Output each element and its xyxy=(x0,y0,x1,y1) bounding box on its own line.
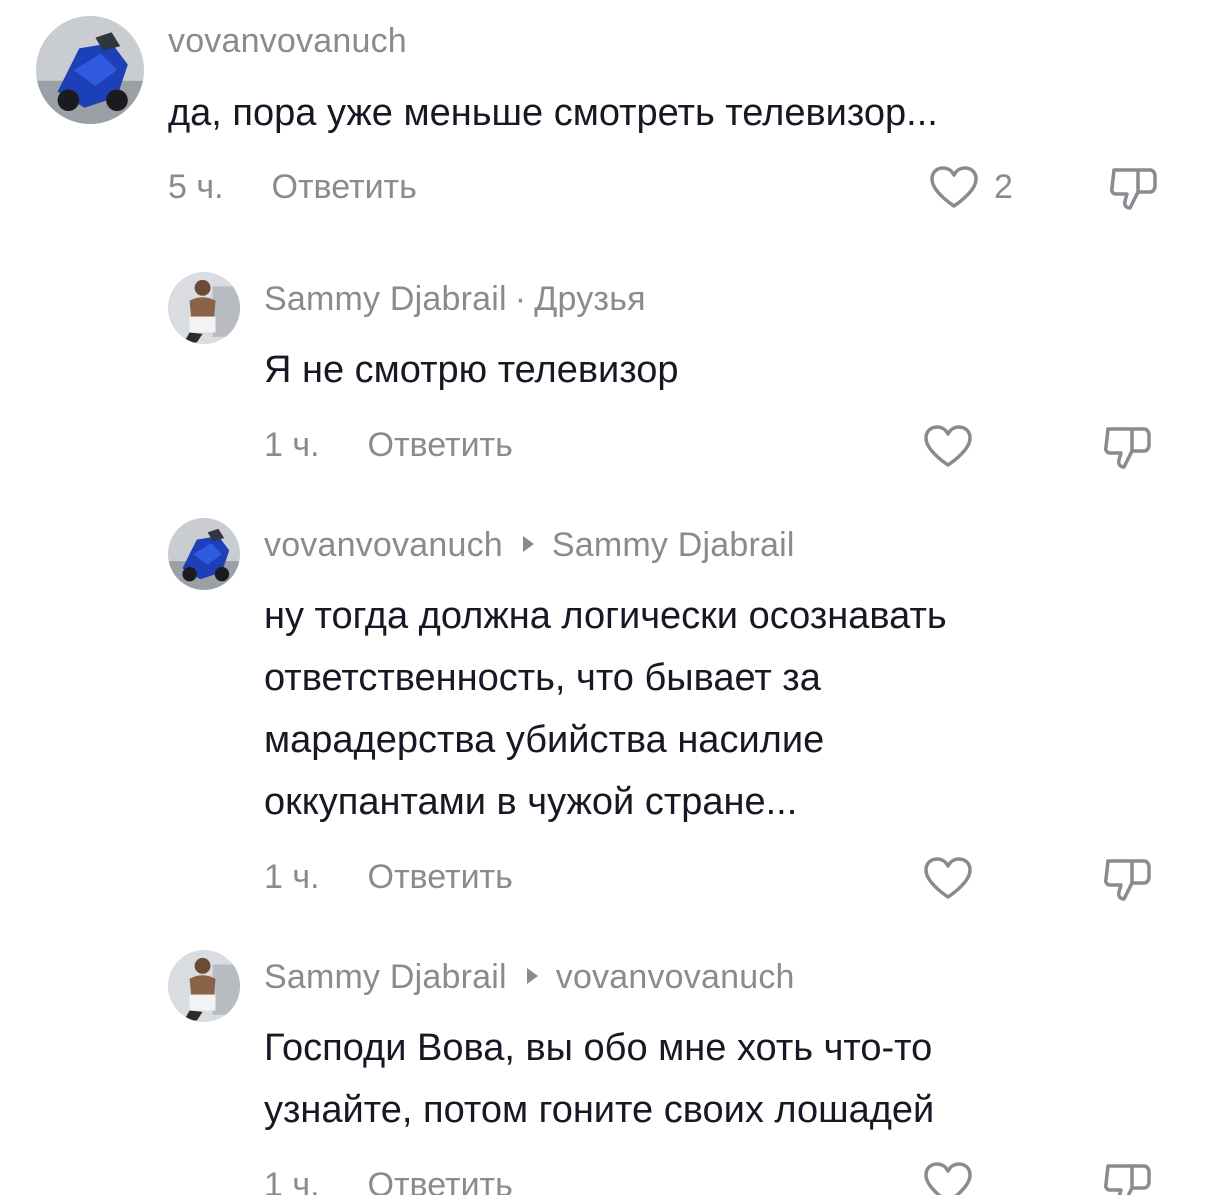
person-avatar-icon xyxy=(168,272,240,344)
dislike-button[interactable] xyxy=(1102,1160,1152,1195)
comment-text: ну тогда должна логически осознавать отв… xyxy=(264,585,947,833)
comment-text-line: Господи Вова, вы обо мне хоть что-то xyxy=(264,1027,933,1069)
reply-to-username[interactable]: vovanvovanuch xyxy=(556,958,795,996)
reply-comment-item: Sammy Djabrail · Друзья Я не смотрю телеви… xyxy=(0,260,1206,490)
comment-username[interactable]: vovanvovanuch xyxy=(264,526,503,564)
dislike-button[interactable] xyxy=(1102,855,1152,903)
comment-text-line: оккупантами в чужой стране... xyxy=(264,781,798,823)
comment-time: 1 ч. xyxy=(264,426,320,464)
thumbs-down-icon xyxy=(1104,1164,1151,1195)
reply-button[interactable]: Ответить xyxy=(272,168,417,207)
comment-username[interactable]: vovanvovanuch xyxy=(168,22,407,60)
like-count: 2 xyxy=(994,167,1013,206)
comment-username-line: vovanvovanuch xyxy=(168,22,407,61)
like-button[interactable] xyxy=(922,1160,974,1195)
reply-button[interactable]: Ответить xyxy=(368,426,513,465)
reply-arrow-icon xyxy=(522,536,534,553)
comment-username[interactable]: Sammy Djabrail xyxy=(264,280,507,318)
reply-button[interactable]: Ответить xyxy=(368,858,513,897)
dislike-button[interactable] xyxy=(1102,423,1152,471)
like-button[interactable] xyxy=(922,855,974,901)
like-button[interactable] xyxy=(922,423,974,469)
comment-text-line: узнайте, потом гоните своих лошадей xyxy=(264,1089,935,1131)
heart-icon xyxy=(924,857,972,899)
comment-username[interactable]: Sammy Djabrail xyxy=(264,958,507,996)
thumbs-down-icon xyxy=(1104,859,1151,901)
reply-to-username[interactable]: Sammy Djabrail xyxy=(552,526,795,564)
reply-comment-item: vovanvovanuch Sammy Djabrail ну тогда дол… xyxy=(0,506,1206,926)
friends-tag: Друзья xyxy=(534,280,646,318)
thumbs-down-icon xyxy=(1104,427,1151,469)
person-avatar-icon xyxy=(168,950,240,1022)
comment-meta: 1 ч. Ответить xyxy=(264,858,513,897)
comment-text-line: ответственность, что бывает за xyxy=(264,657,821,699)
reply-comment-item: Sammy Djabrail vovanvovanuch Господи Вова… xyxy=(0,938,1206,1195)
comment-text: да, пора уже меньше смотреть телевизор..… xyxy=(168,92,938,134)
separator-dot: · xyxy=(514,280,527,318)
avatar[interactable] xyxy=(36,16,144,124)
comment-time: 1 ч. xyxy=(264,858,320,896)
thumbs-down-icon xyxy=(1110,168,1157,210)
avatar[interactable] xyxy=(168,272,240,344)
motorcycle-avatar-icon xyxy=(168,518,240,590)
comment-username-line: Sammy Djabrail vovanvovanuch xyxy=(264,958,795,997)
reply-arrow-icon xyxy=(526,968,538,985)
heart-icon xyxy=(930,166,978,208)
comment-username-line: Sammy Djabrail · Друзья xyxy=(264,280,646,319)
avatar[interactable] xyxy=(168,950,240,1022)
heart-icon xyxy=(924,425,972,467)
comment-time: 1 ч. xyxy=(264,1166,320,1195)
comment-meta: 1 ч. Ответить xyxy=(264,1166,513,1195)
heart-icon xyxy=(924,1162,972,1195)
motorcycle-avatar-icon xyxy=(36,16,144,124)
reply-button[interactable]: Ответить xyxy=(368,1166,513,1195)
comment-text: Я не смотрю телевизор xyxy=(264,349,679,391)
comment-username-line: vovanvovanuch Sammy Djabrail xyxy=(264,526,795,565)
comment-text-line: ну тогда должна логически осознавать xyxy=(264,595,947,637)
comment-meta: 5 ч. Ответить xyxy=(168,168,417,207)
comment-meta: 1 ч. Ответить xyxy=(264,426,513,465)
dislike-button[interactable] xyxy=(1108,164,1158,212)
comment-time: 5 ч. xyxy=(168,168,224,206)
comment-text-line: марадерства убийства насилие xyxy=(264,719,825,761)
avatar[interactable] xyxy=(168,518,240,590)
comment-text: Господи Вова, вы обо мне хоть что-то узн… xyxy=(264,1017,934,1141)
like-button[interactable]: 2 xyxy=(928,164,1013,210)
comment-item: vovanvovanuch да, пора уже меньше смотре… xyxy=(0,0,1206,240)
